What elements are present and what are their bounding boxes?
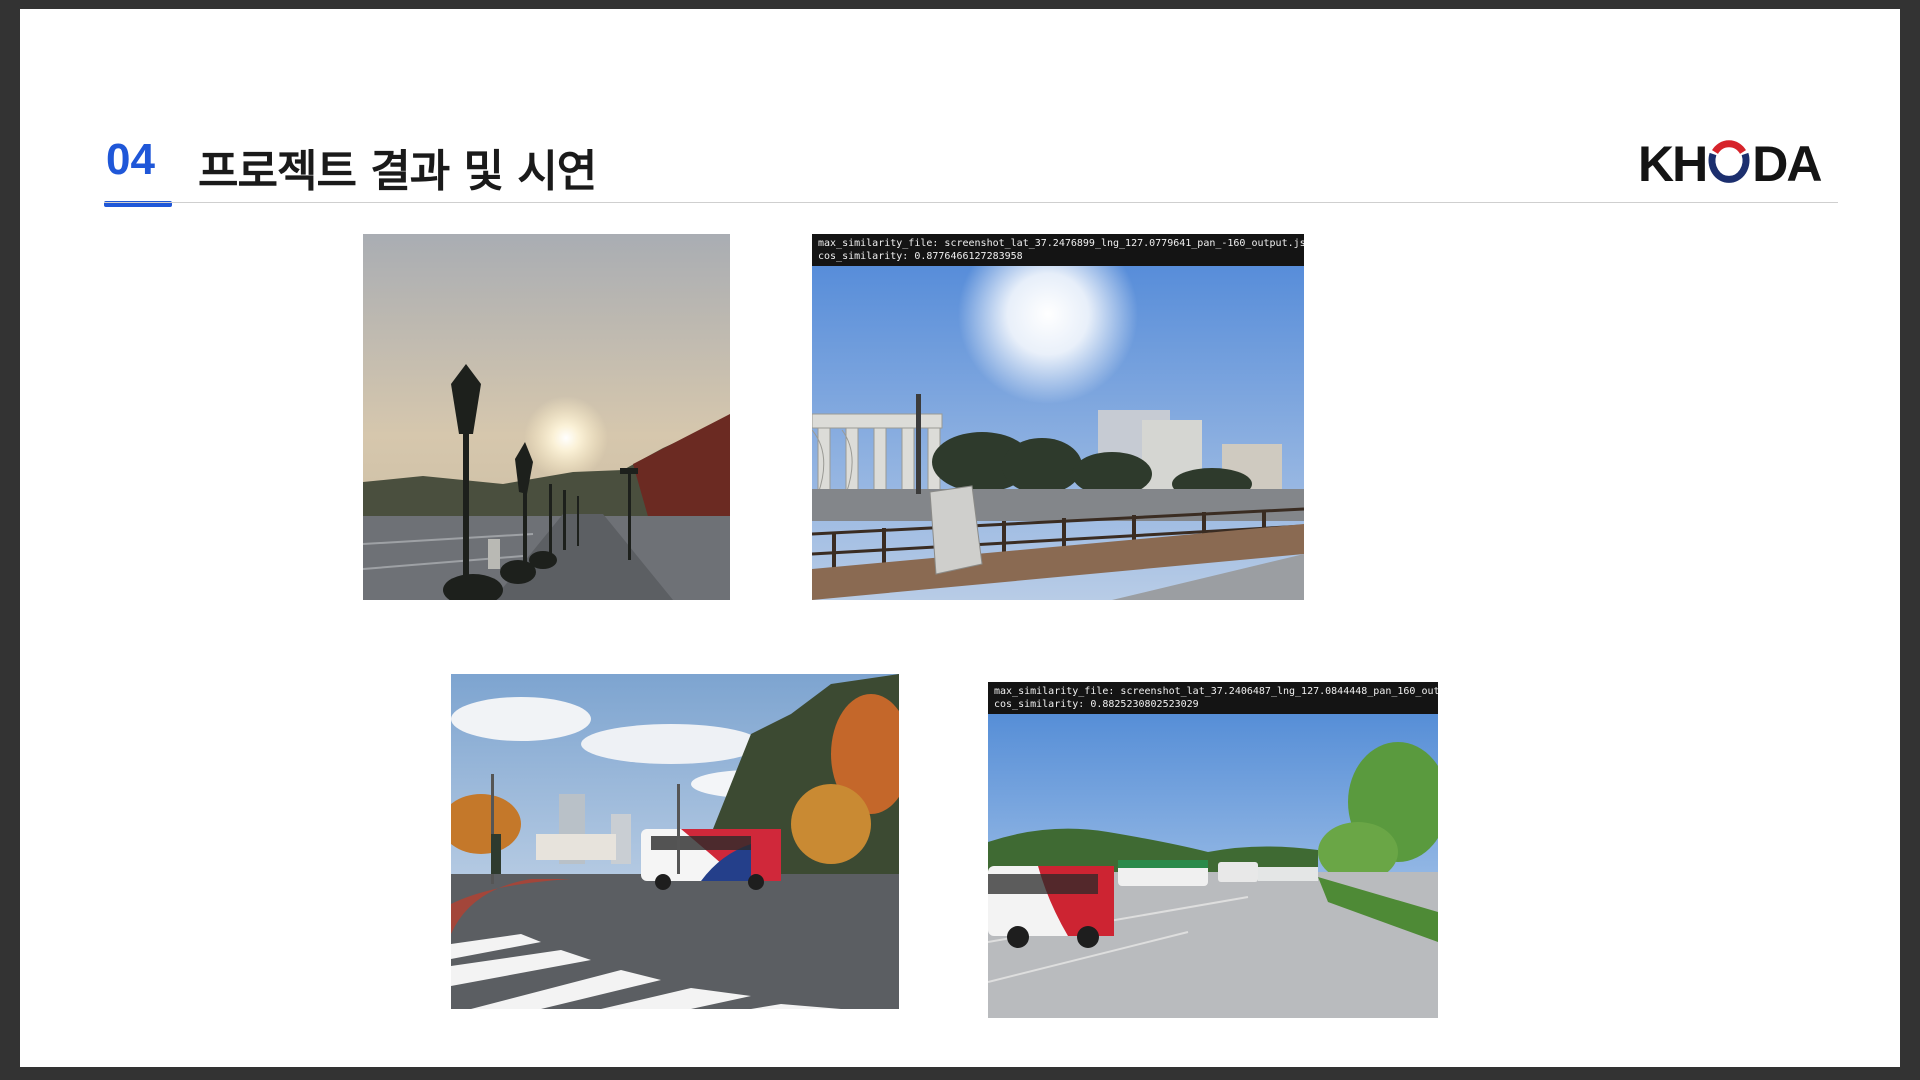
max-similarity-file-1: max_similarity_file: screenshot_lat_37.2… — [818, 238, 1304, 249]
max-similarity-file-2: max_similarity_file: screenshot_lat_37.2… — [994, 686, 1438, 697]
match-streetview-1: max_similarity_file: screenshot_lat_37.2… — [812, 234, 1304, 600]
logo-ring-icon — [1708, 140, 1750, 183]
slide: 04 프로젝트 결과 및 시연 KH DA max_similarity_fil… — [20, 9, 1900, 1067]
match-streetview-2: max_similarity_file: screenshot_lat_37.2… — [988, 682, 1438, 1018]
section-title: 프로젝트 결과 및 시연 — [198, 146, 597, 197]
query-photo-sunset-road — [363, 234, 730, 600]
header-divider — [104, 202, 1838, 203]
similarity-caption-2: max_similarity_file: screenshot_lat_37.2… — [988, 682, 1438, 714]
query-photo-intersection-bus — [451, 674, 899, 1009]
cos-similarity-2: cos_similarity: 0.8825230802523029 — [994, 699, 1199, 710]
cos-similarity-1: cos_similarity: 0.8776466127283958 — [818, 251, 1023, 262]
khoda-logo: KH DA — [1638, 136, 1822, 192]
similarity-caption-1: max_similarity_file: screenshot_lat_37.2… — [812, 234, 1304, 266]
section-number: 04 — [106, 135, 155, 184]
